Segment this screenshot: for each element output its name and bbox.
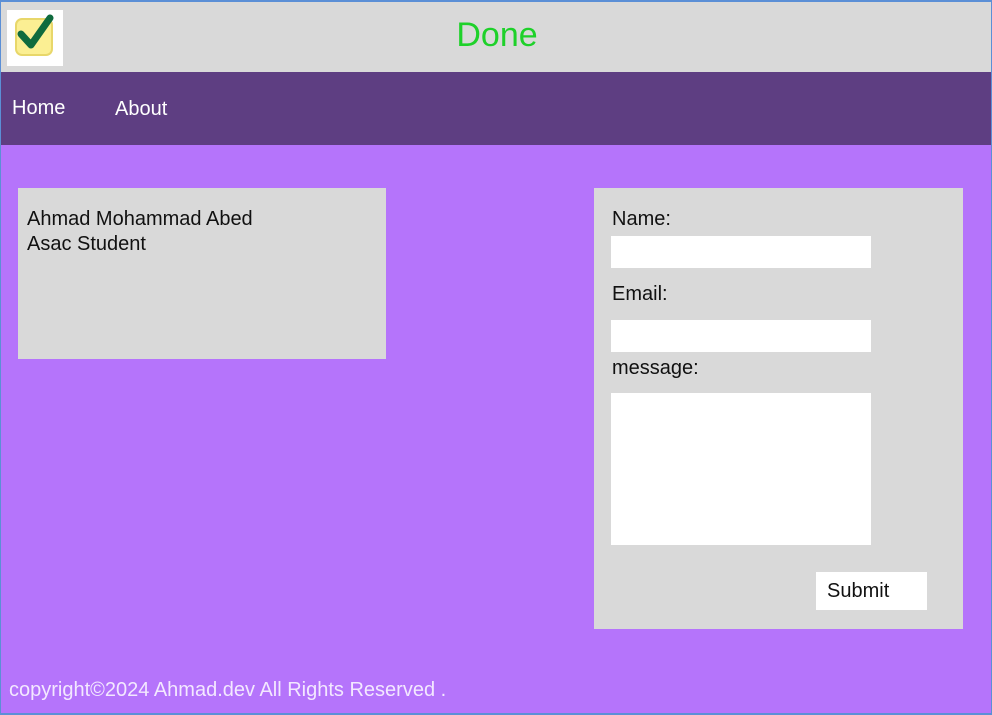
name-input[interactable]	[611, 236, 871, 268]
header: Done	[1, 2, 991, 72]
page: Done Home About Ahmad Mohammad Abed Asac…	[0, 0, 992, 715]
contact-form: Name: Email: message: Submit	[594, 188, 963, 629]
nav-bar: Home About	[1, 72, 991, 145]
profile-card: Ahmad Mohammad Abed Asac Student	[18, 188, 386, 359]
nav-item-about[interactable]: About	[115, 98, 167, 121]
footer-copyright: copyright©2024 Ahmad.dev All Rights Rese…	[9, 679, 447, 701]
nav-item-home[interactable]: Home	[12, 97, 65, 120]
email-input[interactable]	[611, 320, 871, 352]
submit-button[interactable]: Submit	[816, 572, 927, 610]
message-label: message:	[612, 357, 699, 379]
name-label: Name:	[612, 208, 671, 230]
message-textarea[interactable]	[611, 393, 871, 545]
email-label: Email:	[612, 283, 668, 305]
profile-role: Asac Student	[27, 233, 146, 255]
profile-name: Ahmad Mohammad Abed	[27, 208, 253, 230]
page-title: Done	[456, 16, 538, 54]
